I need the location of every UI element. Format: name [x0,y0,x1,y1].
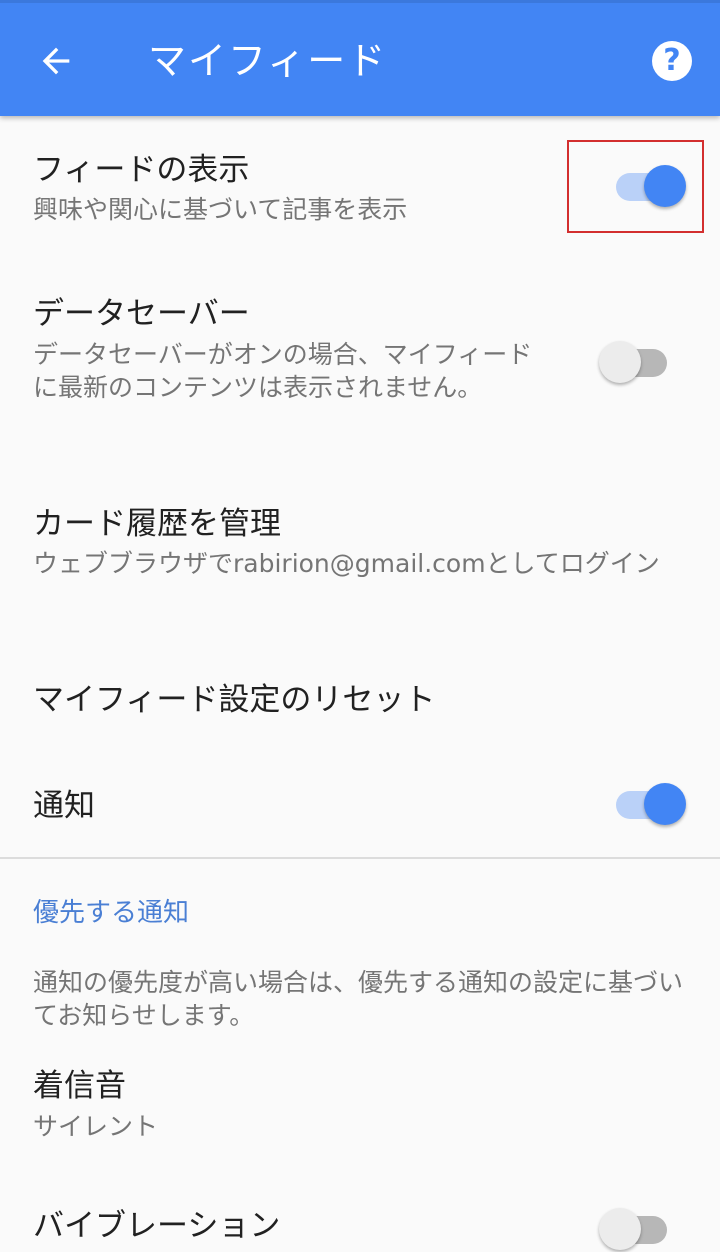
help-circle-icon: ? [652,41,692,81]
data-saver-switch[interactable] [599,341,671,385]
priority-notifications-note: 通知の優先度が高い場合は、優先する通知の設定に基づいてお知らせします。 [33,968,684,1030]
notifications-switch[interactable] [616,783,686,827]
switch-thumb [644,783,686,825]
switch-thumb [599,1208,641,1250]
app-bar: マイフィード ? [0,0,720,116]
card-history-title[interactable]: カード履歴を管理 [33,504,281,544]
feed-display-title: フィードの表示 [33,152,250,188]
arrow-back-icon [42,47,70,75]
data-saver-title: データセーバー [33,296,250,332]
priority-notifications-category: 優先する通知 [33,898,190,928]
vibration-title: バイブレーション [33,1208,281,1244]
notifications-title: 通知 [33,788,95,824]
page-title: マイフィード [148,39,388,83]
back-button[interactable] [26,31,86,91]
data-saver-summary: データセーバーがオンの場合、マイフィードに最新のコンテンツは表示されません。 [33,340,533,402]
section-divider [0,857,720,859]
vibration-switch[interactable] [599,1208,671,1252]
card-history-summary: ウェブブラウザでrabirion@gmail.comとしてログイン [33,549,660,578]
ringtone-title[interactable]: 着信音 [33,1066,126,1106]
help-button[interactable]: ? [644,33,700,89]
highlight-box [567,140,704,233]
reset-feed-settings[interactable]: マイフィード設定のリセット [33,680,435,720]
feed-display-summary: 興味や関心に基づいて記事を表示 [33,195,408,224]
switch-thumb [599,341,641,383]
ringtone-summary: サイレント [33,1112,159,1141]
